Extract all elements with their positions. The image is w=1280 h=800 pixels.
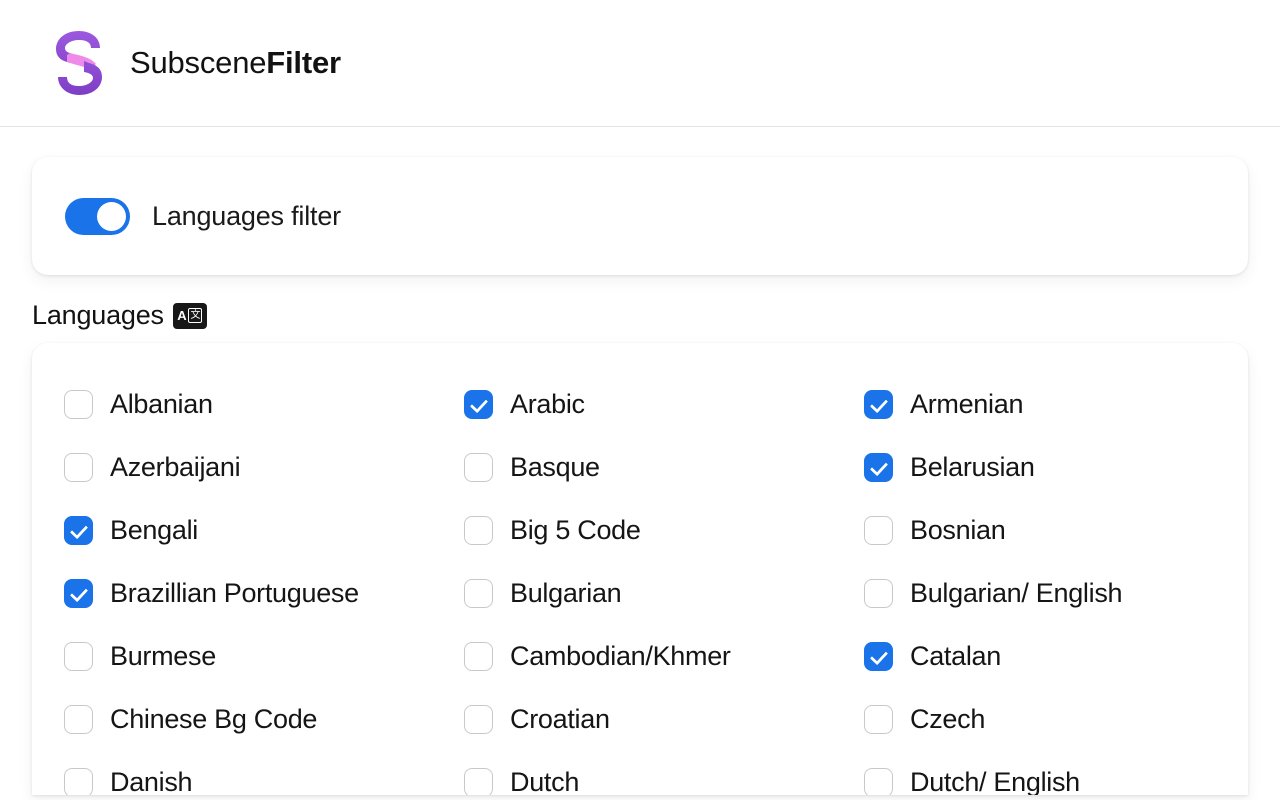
language-label: Bosnian	[910, 515, 1006, 545]
language-label: Azerbaijani	[110, 452, 241, 482]
language-label: Big 5 Code	[510, 515, 641, 545]
language-checkbox-item[interactable]: Catalan	[864, 625, 1214, 688]
language-checkbox-item[interactable]: Azerbaijani	[64, 436, 464, 499]
language-label: Arabic	[510, 389, 585, 419]
language-checkbox-item[interactable]: Big 5 Code	[464, 499, 864, 562]
checkbox-unchecked-icon[interactable]	[64, 453, 93, 482]
checkbox-unchecked-icon[interactable]	[464, 516, 493, 545]
language-checkbox-item[interactable]: Danish	[64, 751, 464, 795]
languages-grid: Albanian Arabic Armenian Azerbaijani Basque B…	[64, 373, 1214, 795]
checkbox-unchecked-icon[interactable]	[64, 390, 93, 419]
checkbox-unchecked-icon[interactable]	[464, 579, 493, 608]
language-checkbox-item[interactable]: Armenian	[864, 373, 1214, 436]
checkbox-checked-icon[interactable]	[864, 642, 893, 671]
language-label: Belarusian	[910, 452, 1035, 482]
language-label: Bulgarian/ English	[910, 578, 1123, 608]
language-label: Dutch/ English	[910, 767, 1080, 795]
language-label: Chinese Bg Code	[110, 704, 318, 734]
language-checkbox-item[interactable]: Czech	[864, 688, 1214, 751]
language-label: Cambodian/Khmer	[510, 641, 731, 671]
language-checkbox-item[interactable]: Dutch	[464, 751, 864, 795]
subscene-s-logo-icon	[56, 31, 102, 95]
language-checkbox-item[interactable]: Bulgarian	[464, 562, 864, 625]
language-checkbox-item[interactable]: Arabic	[464, 373, 864, 436]
languages-filter-toggle[interactable]	[65, 197, 130, 235]
language-checkbox-item[interactable]: Cambodian/Khmer	[464, 625, 864, 688]
language-checkbox-item[interactable]: Bengali	[64, 499, 464, 562]
language-label: Armenian	[910, 389, 1024, 419]
brand-name-bold: Filter	[266, 45, 341, 80]
page-title: SubsceneFilter	[130, 45, 341, 81]
checkbox-unchecked-icon[interactable]	[464, 453, 493, 482]
checkbox-unchecked-icon[interactable]	[864, 579, 893, 608]
brand[interactable]: SubsceneFilter	[46, 28, 341, 98]
language-label: Croatian	[510, 704, 610, 734]
languages-filter-label: Languages filter	[152, 200, 341, 231]
checkbox-unchecked-icon[interactable]	[864, 768, 893, 795]
languages-heading-text: Languages	[32, 300, 164, 330]
language-checkbox-item[interactable]: Albanian	[64, 373, 464, 436]
brand-name-regular: Subscene	[130, 45, 267, 80]
checkbox-unchecked-icon[interactable]	[464, 705, 493, 734]
languages-filter-card: Languages filter	[32, 157, 1248, 275]
language-label: Burmese	[110, 641, 216, 671]
language-checkbox-item[interactable]: Bosnian	[864, 499, 1214, 562]
checkbox-unchecked-icon[interactable]	[64, 642, 93, 671]
translate-emoji-icon: A 文	[172, 302, 207, 329]
language-checkbox-item[interactable]: Basque	[464, 436, 864, 499]
languages-list-card: Albanian Arabic Armenian Azerbaijani Basque B…	[32, 343, 1248, 795]
translate-cjk-glyph: 文	[188, 308, 203, 323]
toggle-knob	[97, 201, 126, 231]
language-checkbox-item[interactable]: Dutch/ English	[864, 751, 1214, 795]
checkbox-checked-icon[interactable]	[864, 453, 893, 482]
language-label: Dutch	[510, 767, 580, 795]
checkbox-checked-icon[interactable]	[64, 579, 93, 608]
language-label: Basque	[510, 452, 600, 482]
language-checkbox-item[interactable]: Croatian	[464, 688, 864, 751]
checkbox-checked-icon[interactable]	[464, 390, 493, 419]
language-label: Bengali	[110, 515, 198, 545]
language-label: Catalan	[910, 641, 1001, 671]
language-checkbox-item[interactable]: Chinese Bg Code	[64, 688, 464, 751]
checkbox-unchecked-icon[interactable]	[64, 768, 93, 795]
languages-section-heading: Languages A 文	[32, 300, 1280, 331]
language-label: Czech	[910, 704, 986, 734]
checkbox-unchecked-icon[interactable]	[864, 705, 893, 734]
language-checkbox-item[interactable]: Bulgarian/ English	[864, 562, 1214, 625]
language-checkbox-item[interactable]: Belarusian	[864, 436, 1214, 499]
language-label: Albanian	[110, 389, 213, 419]
checkbox-unchecked-icon[interactable]	[464, 642, 493, 671]
languages-filter-toggle-row[interactable]: Languages filter	[65, 197, 341, 235]
checkbox-unchecked-icon[interactable]	[464, 768, 493, 795]
app-header: SubsceneFilter	[0, 0, 1280, 127]
language-checkbox-item[interactable]: Brazillian Portuguese	[64, 562, 464, 625]
language-label: Danish	[110, 767, 193, 795]
language-label: Brazillian Portuguese	[110, 578, 359, 608]
checkbox-unchecked-icon[interactable]	[64, 705, 93, 734]
language-checkbox-item[interactable]: Burmese	[64, 625, 464, 688]
checkbox-checked-icon[interactable]	[864, 390, 893, 419]
checkbox-unchecked-icon[interactable]	[864, 516, 893, 545]
translate-latin-glyph: A	[177, 308, 187, 323]
language-label: Bulgarian	[510, 578, 622, 608]
checkbox-checked-icon[interactable]	[64, 516, 93, 545]
